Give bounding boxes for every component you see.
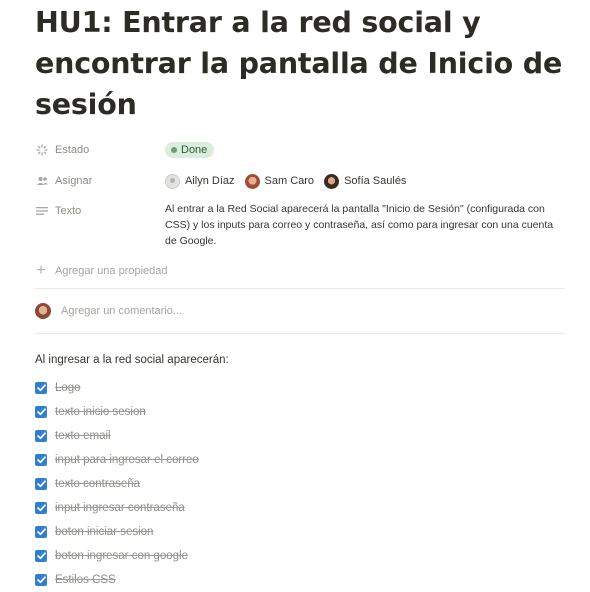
todo-label[interactable]: texto contraseña <box>55 478 140 490</box>
add-property-button[interactable]: + Agregar una propiedad <box>35 263 565 279</box>
todo-label[interactable]: Estilos CSS <box>55 574 116 586</box>
checklist: Logo texto inicio sesion texto email input … <box>35 376 565 592</box>
todo-label[interactable]: boton ingresar con google <box>55 550 188 562</box>
checkbox-checked-icon[interactable] <box>35 454 47 466</box>
page-title[interactable]: HU1: Entrar a la red social y encontrar … <box>35 0 565 125</box>
property-name-texto[interactable]: Texto <box>35 200 165 222</box>
avatar <box>35 303 51 319</box>
todo-label[interactable]: Logo <box>55 382 81 394</box>
property-label: Estado <box>55 144 90 156</box>
checkbox-checked-icon[interactable] <box>35 526 47 538</box>
checkbox-checked-icon[interactable] <box>35 406 47 418</box>
person-name: Sofía Saulés <box>344 175 407 187</box>
properties: Estado Done Asignar Ailyn Díaz Sam Caro … <box>35 139 565 249</box>
avatar <box>244 173 260 189</box>
todo-item[interactable]: Estilos CSS <box>35 568 565 592</box>
todo-label[interactable]: texto inicio sesion <box>55 406 146 418</box>
text-lines-icon <box>35 204 49 218</box>
checklist-intro[interactable]: Al ingresar a la red social aparecerán: <box>35 354 565 370</box>
plus-icon: + <box>36 262 46 279</box>
property-label: Texto <box>55 205 82 217</box>
property-name-asignar[interactable]: Asignar <box>35 170 165 192</box>
todo-item[interactable]: input ingresar contraseña <box>35 496 565 520</box>
todo-item[interactable]: texto email <box>35 424 565 448</box>
todo-item[interactable]: texto inicio sesion <box>35 400 565 424</box>
status-badge[interactable]: Done <box>165 142 215 158</box>
todo-item[interactable]: texto contraseña <box>35 472 565 496</box>
todo-label[interactable]: input ingresar contraseña <box>55 502 185 514</box>
checkbox-checked-icon[interactable] <box>35 574 47 586</box>
property-value-asignar[interactable]: Ailyn Díaz Sam Caro Sofía Saulés <box>165 170 565 192</box>
property-label: Asignar <box>55 175 93 187</box>
todo-item[interactable]: input para ingresar el correo <box>35 448 565 472</box>
person-chip[interactable]: Ailyn Díaz <box>165 173 235 189</box>
todo-item[interactable]: boton iniciar sesion <box>35 520 565 544</box>
todo-label[interactable]: boton iniciar sesion <box>55 526 153 538</box>
checkbox-checked-icon[interactable] <box>35 430 47 442</box>
add-property-label: Agregar una propiedad <box>55 265 168 277</box>
status-badge-label: Done <box>181 144 208 156</box>
comment-input[interactable]: Agregar un comentario... <box>61 305 182 317</box>
page: HU1: Entrar a la red social y encontrar … <box>35 0 565 592</box>
property-estado: Estado Done <box>35 139 565 161</box>
checkbox-checked-icon[interactable] <box>35 478 47 490</box>
checkbox-checked-icon[interactable] <box>35 502 47 514</box>
property-value-estado[interactable]: Done <box>165 139 565 161</box>
property-texto: Texto Al entrar a la Red Social aparecer… <box>35 200 565 249</box>
todo-item[interactable]: boton ingresar con google <box>35 544 565 568</box>
todo-label[interactable]: input para ingresar el correo <box>55 454 199 466</box>
property-name-estado[interactable]: Estado <box>35 139 165 161</box>
person-name: Sam Caro <box>264 175 315 187</box>
todo-item[interactable]: Logo <box>35 376 565 400</box>
text-property-value[interactable]: Al entrar a la Red Social aparecerá la p… <box>165 200 565 249</box>
property-value-texto[interactable]: Al entrar a la Red Social aparecerá la p… <box>165 200 565 249</box>
person-chip[interactable]: Sofía Saulés <box>324 173 407 189</box>
person-chip[interactable]: Sam Caro <box>244 173 315 189</box>
person-name: Ailyn Díaz <box>185 175 235 187</box>
status-icon <box>35 143 49 157</box>
property-asignar: Asignar Ailyn Díaz Sam Caro Sofía Saulés <box>35 170 565 192</box>
checkbox-checked-icon[interactable] <box>35 550 47 562</box>
checkbox-checked-icon[interactable] <box>35 382 47 394</box>
people-icon <box>35 174 49 188</box>
todo-label[interactable]: texto email <box>55 430 111 442</box>
avatar <box>324 173 340 189</box>
comment-box[interactable]: Agregar un comentario... <box>35 289 565 333</box>
default-avatar-icon <box>165 173 180 189</box>
divider <box>35 333 565 334</box>
status-dot-icon <box>171 147 177 153</box>
